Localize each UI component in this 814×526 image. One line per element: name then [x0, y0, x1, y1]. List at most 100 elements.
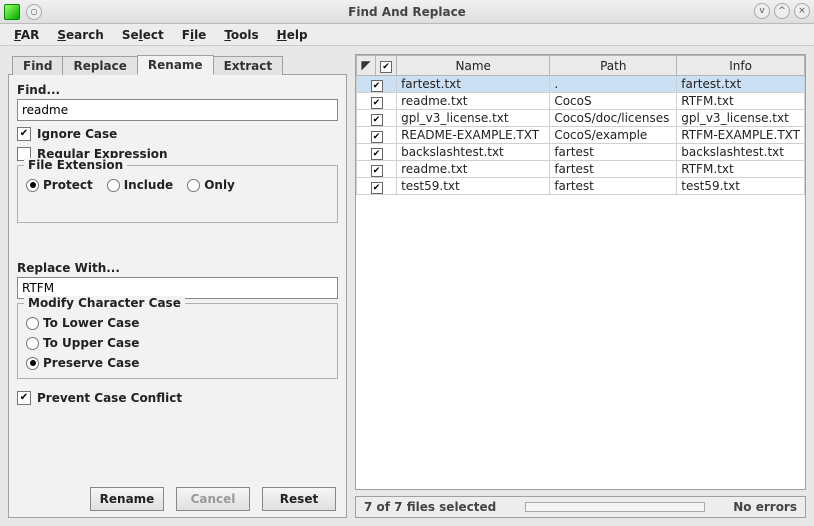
reset-button[interactable]: Reset — [262, 487, 336, 511]
file-ext-only-radio[interactable] — [187, 179, 200, 192]
row-check-cell[interactable] — [357, 76, 397, 93]
window-menu-button[interactable]: ○ — [26, 4, 42, 20]
cell-info: gpl_v3_license.txt — [677, 110, 805, 127]
prevent-conflict-checkbox[interactable] — [17, 391, 31, 405]
row-checkbox[interactable] — [371, 165, 383, 177]
row-checkbox[interactable] — [371, 148, 383, 160]
case-upper-radio[interactable] — [26, 337, 39, 350]
file-ext-include-radio[interactable] — [107, 179, 120, 192]
rename-button[interactable]: Rename — [90, 487, 164, 511]
row-checkbox[interactable] — [371, 97, 383, 109]
cell-path: CocoS/doc/licenses — [550, 110, 677, 127]
tab-find[interactable]: Find — [12, 56, 63, 75]
row-check-cell[interactable] — [357, 178, 397, 195]
table-row[interactable]: readme.txtCocoSRTFM.txt — [357, 93, 805, 110]
table-row[interactable]: gpl_v3_license.txtCocoS/doc/licensesgpl_… — [357, 110, 805, 127]
cell-name: test59.txt — [397, 178, 550, 195]
cell-name: README-EXAMPLE.TXT — [397, 127, 550, 144]
case-group: Modify Character Case To Lower Case To U… — [17, 303, 338, 379]
header-checkbox[interactable] — [380, 61, 392, 73]
row-check-cell[interactable] — [357, 93, 397, 110]
prevent-conflict-label: Prevent Case Conflict — [37, 391, 182, 405]
col-name[interactable]: Name — [397, 56, 550, 76]
row-checkbox[interactable] — [371, 131, 383, 143]
ignore-case-row[interactable]: Ignore Case — [17, 127, 338, 141]
row-check-cell[interactable] — [357, 144, 397, 161]
case-preserve[interactable]: Preserve Case — [26, 356, 329, 370]
cell-info: RTFM-EXAMPLE.TXT — [677, 127, 805, 144]
pointer-icon: ◤ — [361, 59, 370, 71]
statusbar: 7 of 7 files selected No errors — [355, 496, 806, 518]
tab-replace[interactable]: Replace — [62, 56, 137, 75]
cell-name: readme.txt — [397, 161, 550, 178]
results-table: ◤ Name Path Info fartest.txt.fartest.txt… — [356, 55, 805, 195]
cell-name: backslashtest.txt — [397, 144, 550, 161]
tab-extract[interactable]: Extract — [213, 56, 284, 75]
cell-name: gpl_v3_license.txt — [397, 110, 550, 127]
file-ext-protect[interactable]: Protect — [26, 178, 93, 192]
cell-name: readme.txt — [397, 93, 550, 110]
case-preserve-radio[interactable] — [26, 357, 39, 370]
find-input[interactable] — [17, 99, 338, 121]
col-info[interactable]: Info — [677, 56, 805, 76]
results-table-wrap: ◤ Name Path Info fartest.txt.fartest.txt… — [355, 54, 806, 490]
menu-file[interactable]: File — [174, 25, 215, 45]
file-ext-legend: File Extension — [24, 158, 127, 172]
row-check-cell[interactable] — [357, 127, 397, 144]
rename-panel: Find... Ignore Case Regular Expression F… — [8, 74, 347, 518]
menu-far[interactable]: FAR — [6, 25, 47, 45]
cancel-button[interactable]: Cancel — [176, 487, 250, 511]
cell-info: RTFM.txt — [677, 93, 805, 110]
table-row[interactable]: README-EXAMPLE.TXTCocoS/exampleRTFM-EXAM… — [357, 127, 805, 144]
menu-select[interactable]: Select — [114, 25, 172, 45]
right-panel: ◤ Name Path Info fartest.txt.fartest.txt… — [355, 54, 806, 518]
menubar: FAR Search Select File Tools Help — [0, 24, 814, 46]
find-label: Find... — [17, 83, 338, 97]
menu-help[interactable]: Help — [269, 25, 316, 45]
cell-info: backslashtest.txt — [677, 144, 805, 161]
maximize-button[interactable]: ^ — [774, 3, 790, 19]
menu-search[interactable]: Search — [49, 25, 111, 45]
ignore-case-checkbox[interactable] — [17, 127, 31, 141]
menu-tools[interactable]: Tools — [216, 25, 266, 45]
row-checkbox[interactable] — [371, 80, 383, 92]
minimize-button[interactable]: v — [754, 3, 770, 19]
app-icon — [4, 4, 20, 20]
cell-path: . — [550, 76, 677, 93]
file-ext-protect-radio[interactable] — [26, 179, 39, 192]
tab-rename[interactable]: Rename — [137, 55, 214, 75]
tab-strip: Find Replace Rename Extract — [8, 54, 347, 74]
file-ext-include[interactable]: Include — [107, 178, 174, 192]
replace-label: Replace With... — [17, 261, 338, 275]
close-button[interactable]: × — [794, 3, 810, 19]
ignore-case-label: Ignore Case — [37, 127, 117, 141]
cell-path: fartest — [550, 144, 677, 161]
case-upper[interactable]: To Upper Case — [26, 336, 329, 350]
row-checkbox[interactable] — [371, 182, 383, 194]
col-check[interactable] — [376, 56, 397, 76]
row-check-cell[interactable] — [357, 110, 397, 127]
window-title: Find And Replace — [0, 5, 814, 19]
row-check-cell[interactable] — [357, 161, 397, 178]
row-checkbox[interactable] — [371, 114, 383, 126]
file-ext-only[interactable]: Only — [187, 178, 235, 192]
prevent-conflict-row[interactable]: Prevent Case Conflict — [17, 391, 338, 405]
table-row[interactable]: readme.txtfartestRTFM.txt — [357, 161, 805, 178]
action-buttons: Rename Cancel Reset — [17, 483, 338, 511]
table-row[interactable]: fartest.txt.fartest.txt — [357, 76, 805, 93]
table-row[interactable]: backslashtest.txtfartestbackslashtest.tx… — [357, 144, 805, 161]
cell-path: CocoS — [550, 93, 677, 110]
progress-bar — [525, 502, 705, 512]
left-panel: Find Replace Rename Extract Find... Igno… — [8, 54, 347, 518]
cell-info: test59.txt — [677, 178, 805, 195]
cell-info: RTFM.txt — [677, 161, 805, 178]
col-pointer[interactable]: ◤ — [357, 56, 376, 76]
table-row[interactable]: test59.txtfartesttest59.txt — [357, 178, 805, 195]
case-lower-radio[interactable] — [26, 317, 39, 330]
file-ext-group: File Extension Protect Include Only — [17, 165, 338, 223]
case-lower[interactable]: To Lower Case — [26, 316, 329, 330]
col-path[interactable]: Path — [550, 56, 677, 76]
cell-info: fartest.txt — [677, 76, 805, 93]
titlebar: ○ Find And Replace v ^ × — [0, 0, 814, 24]
status-errors: No errors — [733, 500, 797, 514]
